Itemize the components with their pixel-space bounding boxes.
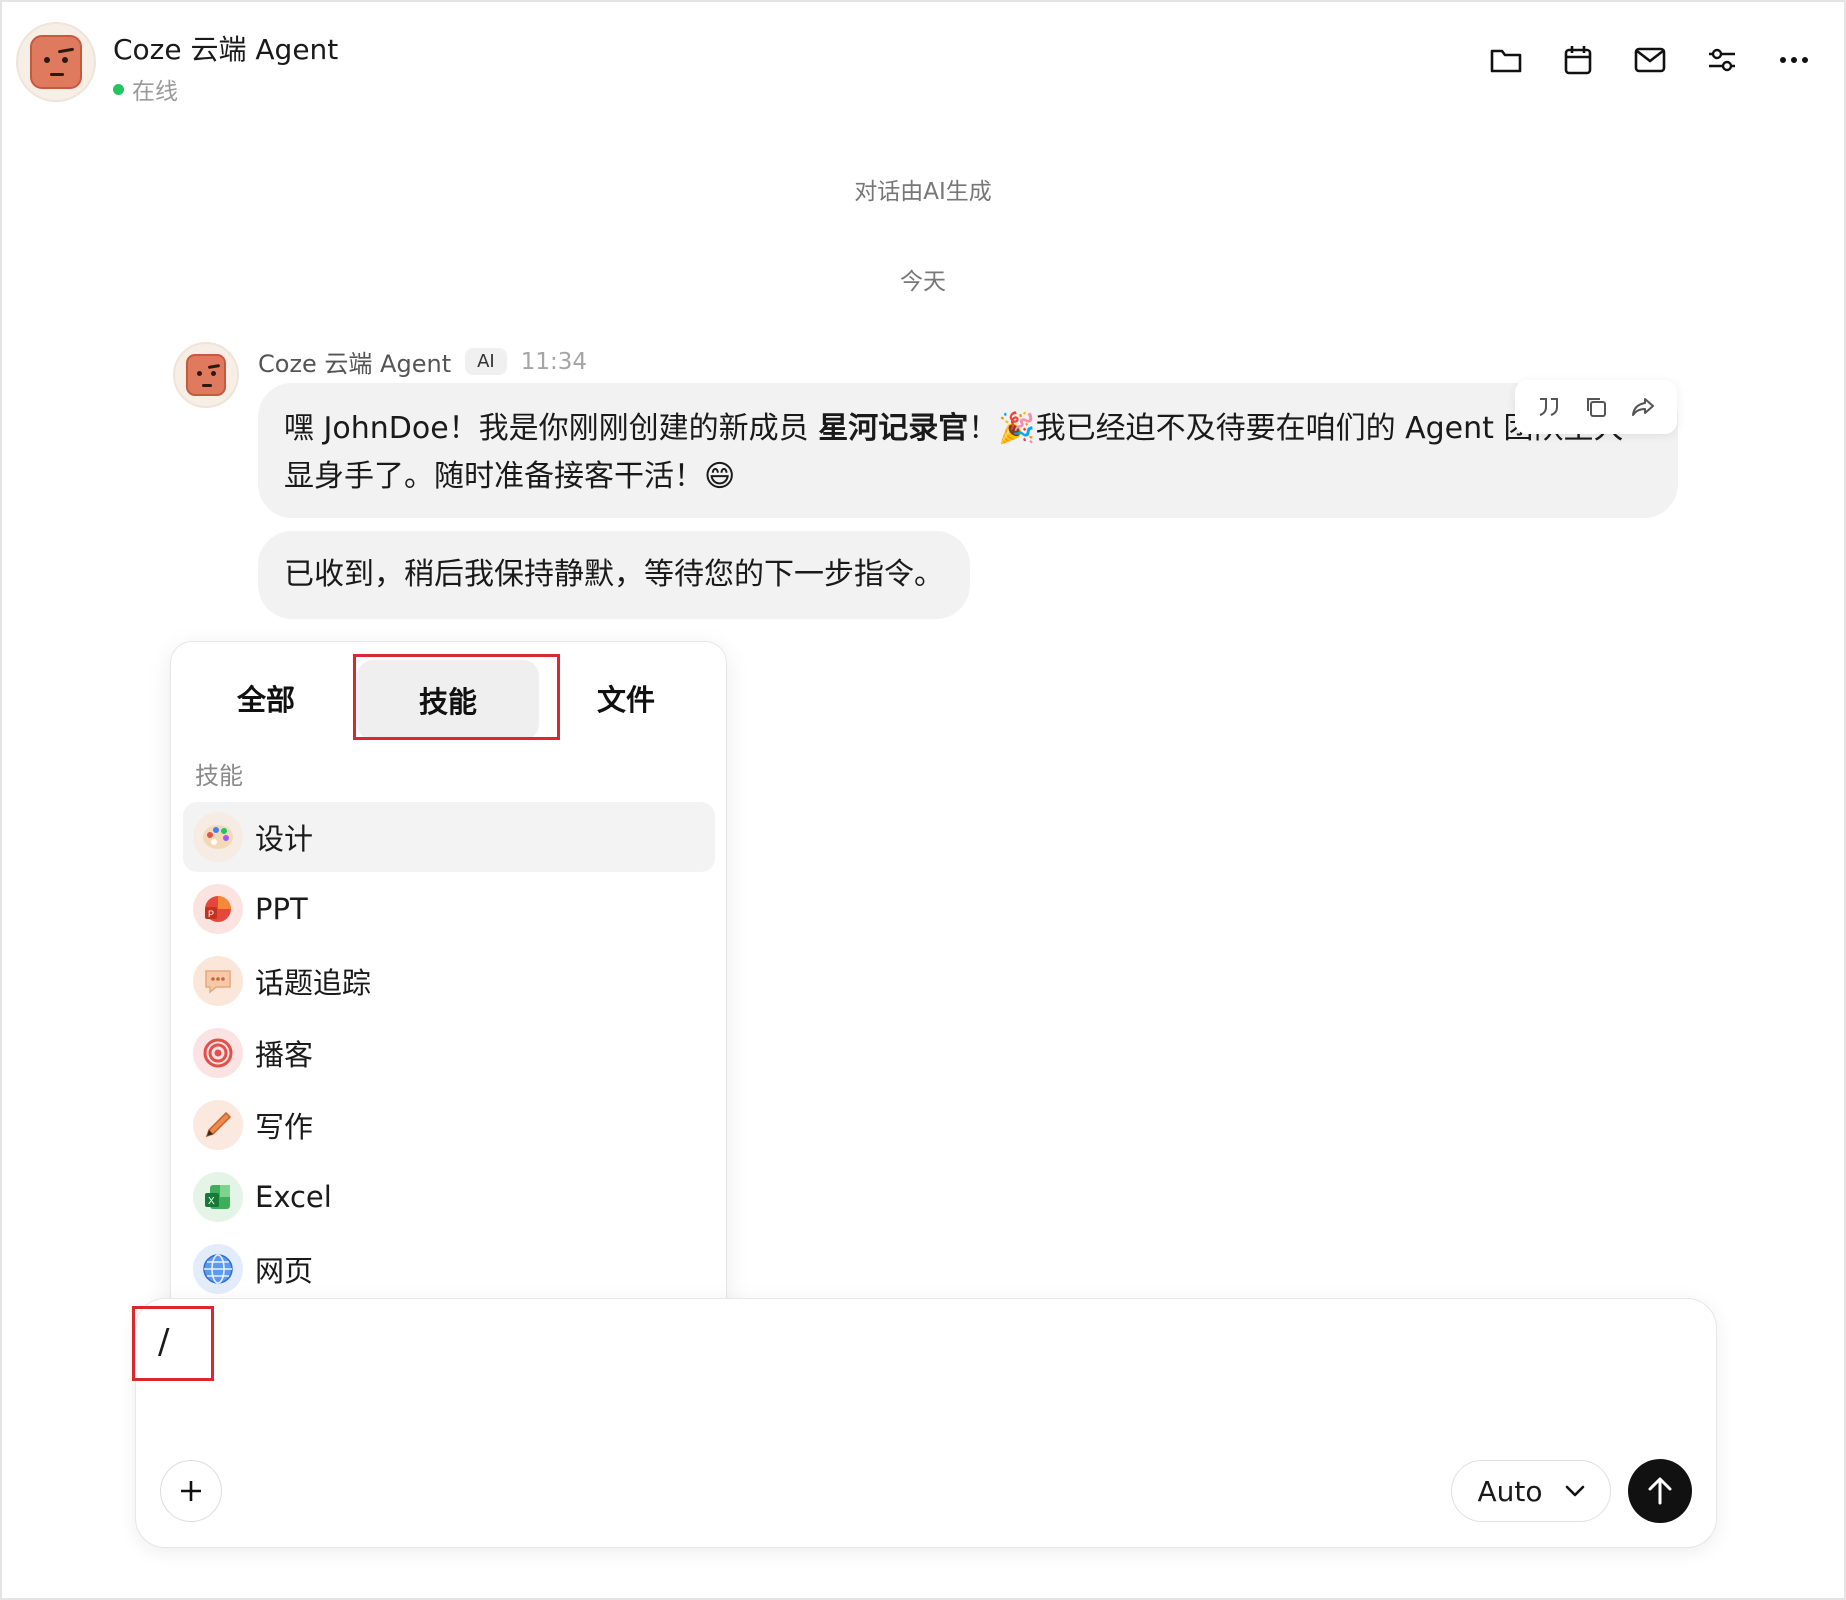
section-label: 技能 [195,762,243,790]
plus-icon [181,1481,201,1501]
skill-item-writing[interactable]: 写作 [183,1090,715,1160]
message-text-bold: 星河记录官 [818,411,969,446]
skill-item-excel[interactable]: X Excel [183,1162,715,1232]
skill-item-ppt[interactable]: P PPT [183,874,715,944]
message-time: 11:34 [520,348,588,375]
podcast-icon [193,1028,243,1078]
skill-item-label: 播客 [255,1038,314,1072]
tab-file[interactable]: 文件 [535,658,717,738]
skill-item-label: Excel [255,1180,332,1214]
message-bubble: 嘿 JohnDoe！我是你刚刚创建的新成员 星河记录官！🎉我已经迫不及待要在咱们… [258,383,1678,518]
mail-icon[interactable] [1632,42,1668,78]
skill-item-topic-tracking[interactable]: 话题追踪 [183,946,715,1016]
skill-item-webpage[interactable]: 网页 [183,1234,715,1304]
folder-icon[interactable] [1488,42,1524,78]
mention-popup: 全部 技能 文件 技能 设计 P PPT 话题追踪 播客 写作 X Excel … [170,641,727,1319]
send-button[interactable] [1628,1459,1692,1523]
agent-face-icon [30,35,82,89]
reply-bubble: 已收到，稍后我保持静默，等待您的下一步指令。 [258,531,970,619]
message-text-part1: 嘿 JohnDoe！我是你刚刚创建的新成员 [284,411,819,446]
message-actions [1515,380,1677,434]
skill-item-label: 写作 [255,1110,314,1144]
arrow-up-icon [1648,1477,1672,1505]
ai-badge: AI [465,348,507,375]
excel-icon: X [193,1172,243,1222]
globe-icon [193,1244,243,1294]
palette-icon [193,812,243,862]
skill-item-design[interactable]: 设计 [183,802,715,872]
date-divider: 今天 [900,269,946,295]
svg-text:P: P [208,909,214,919]
settings-sliders-icon[interactable] [1704,42,1740,78]
online-dot-icon [113,83,124,95]
sender-name: Coze 云端 Agent [258,350,452,378]
message-avatar[interactable] [173,342,239,408]
agent-title: Coze 云端 Agent [113,33,339,66]
skill-item-label: 设计 [255,822,314,856]
model-select-value: Auto [1477,1474,1543,1508]
chat-bubble-icon [193,956,243,1006]
chevron-down-icon [1565,1485,1584,1497]
header-toolbar [1488,42,1812,78]
calendar-icon[interactable] [1560,42,1596,78]
message-header: Coze 云端 Agent AI 11:34 [258,344,587,379]
more-icon[interactable] [1776,42,1812,78]
composer-input-text[interactable]: / [158,1322,169,1362]
skill-item-podcast[interactable]: 播客 [183,1018,715,1088]
skill-item-label: 网页 [255,1254,314,1288]
svg-text:X: X [208,1196,215,1207]
quote-icon[interactable] [1534,392,1564,422]
pencil-icon [193,1100,243,1150]
agent-avatar[interactable] [16,22,96,102]
agent-status: 在线 [113,72,178,106]
skill-item-label: PPT [255,892,308,926]
ppt-icon: P [193,884,243,934]
tab-all[interactable]: 全部 [175,658,357,738]
status-label: 在线 [132,79,178,105]
tab-skill[interactable]: 技能 [357,660,539,740]
ai-notice: 对话由AI生成 [854,179,992,205]
add-attachment-button[interactable] [160,1460,222,1522]
share-icon[interactable] [1628,392,1658,422]
skill-item-label: 话题追踪 [255,966,372,1000]
copy-icon[interactable] [1581,392,1611,422]
agent-face-icon [186,354,226,396]
model-select[interactable]: Auto [1451,1460,1611,1522]
